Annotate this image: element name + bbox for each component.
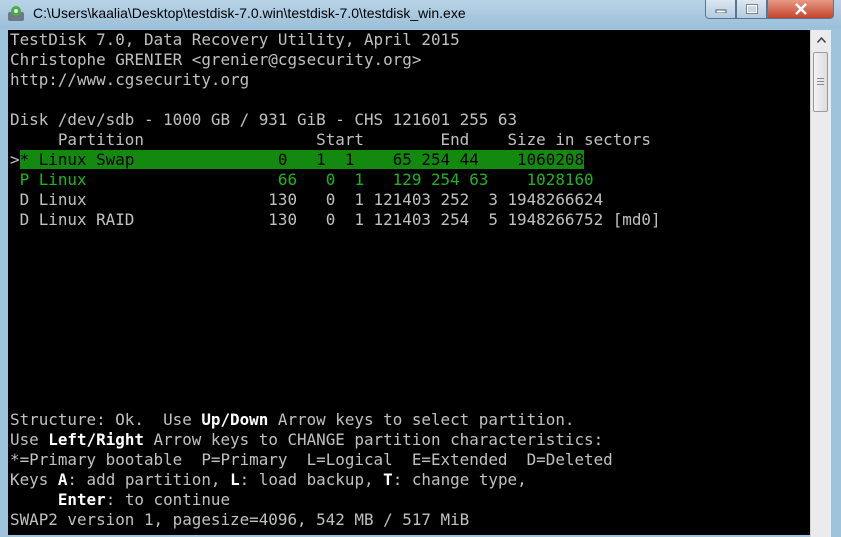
title-bar[interactable]: C:\Users\kaalia\Desktop\testdisk-7.0.win… — [0, 0, 841, 28]
grip-line — [817, 78, 824, 79]
grip-line — [817, 84, 824, 85]
partition-table-header: Partition Start End Size in sectors — [10, 130, 651, 149]
key-up-down: Up/Down — [201, 410, 269, 429]
maximize-icon — [745, 4, 758, 14]
partition-row-selected[interactable]: >* Linux Swap 0 1 1 65 254 44 1060208 — [10, 150, 585, 170]
window-title: C:\Users\kaalia\Desktop\testdisk-7.0.win… — [33, 5, 466, 21]
help-line-keys: Keys A: add partition, L: load backup, T… — [10, 470, 527, 489]
scroll-up-arrow-icon — [816, 37, 826, 43]
partition-row-text: * Linux Swap 0 1 1 65 254 44 1060208 — [19, 150, 585, 169]
help-line-enter: Enter: to continue — [57, 490, 231, 509]
help-line-structure: Structure: Ok. Use Up/Down Arrow keys to… — [10, 410, 575, 429]
key-a: A — [57, 470, 68, 489]
key-enter: Enter — [57, 490, 106, 509]
help-line-legend: *=Primary bootable P=Primary L=Logical E… — [10, 450, 613, 469]
testdisk-app-icon — [8, 6, 24, 21]
partition-row[interactable]: D Linux RAID 130 0 1 121403 254 5 194826… — [10, 210, 661, 230]
key-left-right: Left/Right — [48, 430, 144, 449]
help-line-left-right: Use Left/Right Arrow keys to CHANGE part… — [10, 430, 604, 449]
disk-info-line: Disk /dev/sdb - 1000 GB / 931 GiB - CHS … — [10, 110, 518, 129]
scroll-up-button[interactable] — [811, 30, 831, 50]
vertical-scrollbar[interactable] — [810, 30, 831, 537]
maximize-button[interactable] — [736, 0, 767, 19]
selection-cursor: > — [10, 150, 20, 169]
close-button[interactable] — [767, 0, 834, 19]
key-t: T — [383, 470, 393, 489]
scrollbar-thumb[interactable] — [813, 52, 828, 112]
status-line: SWAP2 version 1, pagesize=4096, 542 MB /… — [10, 510, 470, 529]
partition-row[interactable]: D Linux 130 0 1 121403 252 3 1948266624 — [10, 190, 604, 210]
console-window: C:\Users\kaalia\Desktop\testdisk-7.0.win… — [0, 0, 841, 537]
header-line-author: Christophe GRENIER <grenier@cgsecurity.o… — [10, 50, 422, 69]
header-line-title: TestDisk 7.0, Data Recovery Utility, Apr… — [10, 30, 460, 49]
grip-line — [817, 81, 824, 82]
minimize-icon — [715, 9, 726, 13]
key-l: L — [230, 470, 240, 489]
console-area[interactable]: TestDisk 7.0, Data Recovery Utility, Apr… — [8, 30, 810, 535]
header-line-url: http://www.cgsecurity.org — [10, 70, 250, 89]
minimize-button[interactable] — [705, 0, 736, 19]
partition-row[interactable]: P Linux 66 0 1 129 254 63 1028160 — [10, 170, 594, 190]
close-icon — [794, 3, 807, 15]
